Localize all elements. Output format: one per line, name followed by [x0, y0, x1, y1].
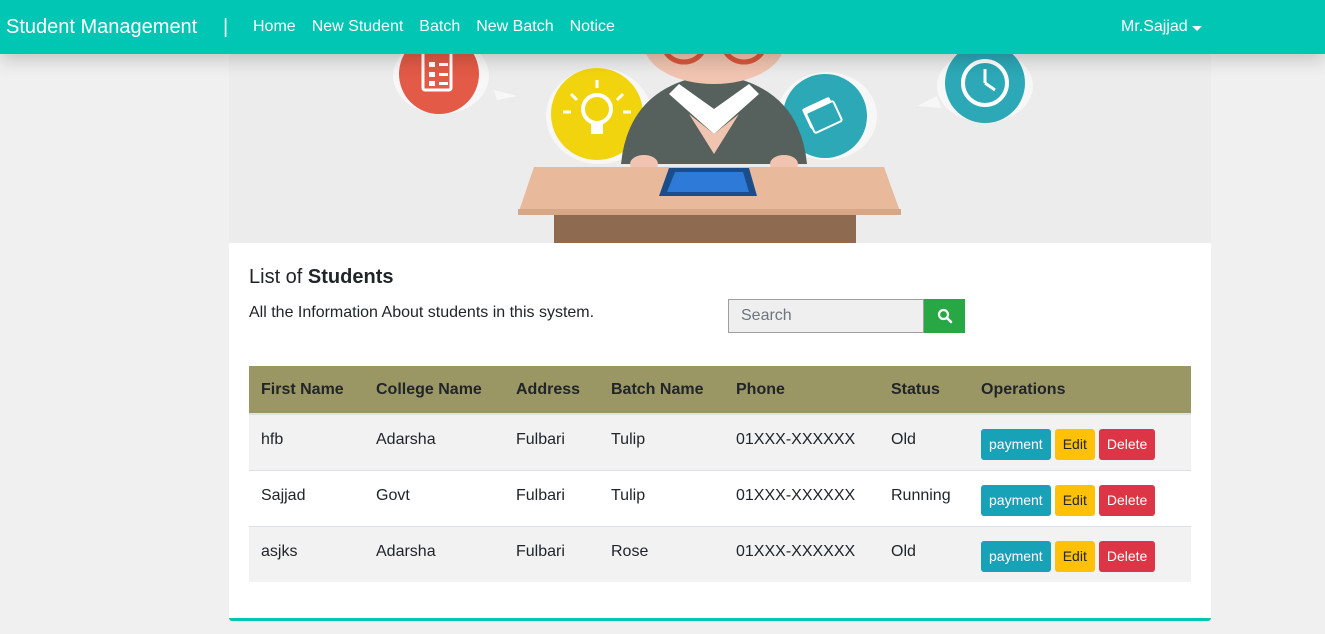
page-title: List of Students [249, 265, 393, 289]
students-card: List of Students All the Information Abo… [229, 243, 1211, 621]
nav-link-new-student[interactable]: New Student [312, 17, 404, 37]
cell-status: Old [879, 525, 969, 582]
edit-button[interactable]: Edit [1054, 484, 1095, 516]
user-name: Mr.Sajjad [1121, 18, 1188, 35]
payment-button[interactable]: payment [981, 429, 1051, 460]
cell-address: Fulbari [504, 413, 599, 470]
title-prefix: List of [249, 266, 308, 288]
nav-link-home[interactable]: Home [253, 17, 296, 37]
cell-batch: Tulip [599, 413, 724, 470]
nav-links: Home New Student Batch New Batch Notice [253, 17, 615, 37]
clock-icon [917, 54, 1033, 123]
students-table: First Name College Name Address Batch Na… [249, 366, 1191, 582]
delete-button[interactable]: Delete [1098, 429, 1156, 460]
edit-button[interactable]: Edit [1054, 540, 1095, 572]
nav-separator: | [223, 16, 229, 38]
brand-title[interactable]: Student Management [6, 15, 197, 39]
delete-button[interactable]: Delete [1098, 540, 1156, 572]
table-row: asjks Adarsha Fulbari Rose 01XXX-XXXXXX … [249, 525, 1191, 582]
nav-link-new-batch[interactable]: New Batch [476, 17, 553, 37]
col-batch-name: Batch Name [599, 366, 724, 415]
title-bold: Students [307, 266, 394, 288]
cell-college: Govt [364, 469, 504, 526]
cell-status: Running [879, 469, 969, 526]
cell-first-name: hfb [249, 413, 364, 470]
table-row: Sajjad Govt Fulbari Tulip 01XXX-XXXXXX R… [249, 469, 1191, 526]
cell-first-name: Sajjad [249, 469, 364, 526]
col-status: Status [879, 366, 969, 415]
cell-batch: Tulip [599, 469, 724, 526]
cell-phone: 01XXX-XXXXXX [724, 525, 879, 582]
cell-operations: payment Edit Delete [969, 469, 1191, 526]
checklist-icon [393, 54, 517, 114]
caret-down-icon [1191, 25, 1202, 31]
search-input[interactable] [728, 299, 924, 333]
top-navbar: Student Management | Home New Student Ba… [0, 0, 1325, 54]
cell-operations: payment Edit Delete [969, 525, 1191, 582]
col-address: Address [504, 366, 599, 415]
page-subtitle: All the Information About students in th… [249, 304, 595, 321]
cell-college: Adarsha [364, 525, 504, 582]
teacher-figure [621, 54, 807, 173]
delete-button[interactable]: Delete [1098, 484, 1156, 516]
desk [518, 167, 901, 243]
banner-illustration [229, 54, 1211, 243]
user-menu-dropdown[interactable]: Mr.Sajjad [1121, 17, 1202, 37]
cell-phone: 01XXX-XXXXXX [724, 469, 879, 526]
edit-button[interactable]: Edit [1054, 429, 1095, 460]
cell-first-name: asjks [249, 525, 364, 582]
payment-button[interactable]: payment [981, 540, 1051, 572]
cell-status: Old [879, 413, 969, 470]
cell-batch: Rose [599, 525, 724, 582]
table-row: hfb Adarsha Fulbari Tulip 01XXX-XXXXXX O… [249, 413, 1191, 470]
nav-link-batch[interactable]: Batch [419, 17, 460, 37]
nav-link-notice[interactable]: Notice [570, 17, 615, 37]
col-operations: Operations [969, 366, 1191, 415]
cell-college: Adarsha [364, 413, 504, 470]
cell-operations: payment Edit Delete [969, 413, 1191, 470]
search-form [728, 299, 965, 333]
search-button[interactable] [924, 299, 965, 333]
cell-address: Fulbari [504, 525, 599, 582]
table-header-row: First Name College Name Address Batch Na… [249, 366, 1191, 415]
payment-button[interactable]: payment [981, 484, 1051, 516]
teacher-illustration [393, 54, 1033, 243]
col-college-name: College Name [364, 366, 504, 415]
cell-phone: 01XXX-XXXXXX [724, 413, 879, 470]
search-icon [937, 308, 952, 324]
col-first-name: First Name [249, 366, 364, 415]
cell-address: Fulbari [504, 469, 599, 526]
col-phone: Phone [724, 366, 879, 415]
